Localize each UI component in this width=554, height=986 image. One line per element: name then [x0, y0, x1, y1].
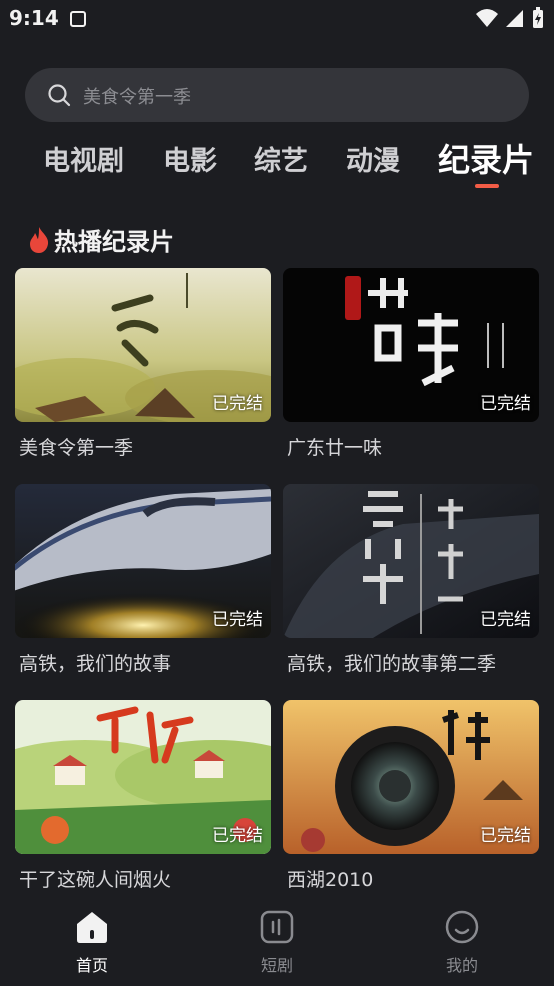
signal-icon [506, 10, 523, 27]
video-thumbnail[interactable]: 已完结 [283, 268, 539, 422]
nav-home[interactable]: 首页 [42, 910, 142, 976]
tab-documentary[interactable]: 纪录片 [438, 135, 534, 181]
video-thumbnail[interactable]: 已完结 [15, 484, 271, 638]
video-card[interactable]: 已完结 干了这碗人间烟火 [15, 700, 271, 892]
status-badge: 已完结 [212, 394, 263, 414]
video-thumbnail[interactable]: 已完结 [15, 268, 271, 422]
video-thumbnail[interactable]: 已完结 [283, 700, 539, 854]
video-card[interactable]: 已完结 美食令第一季 [15, 268, 271, 460]
tab-tv-series[interactable]: 电视剧 [43, 139, 124, 178]
video-card[interactable]: 已完结 西湖2010 [283, 700, 539, 892]
video-title[interactable]: 高铁，我们的故事第二季 [287, 649, 539, 676]
profile-icon [445, 910, 479, 944]
flame-icon [30, 226, 49, 253]
accessibility-icon [70, 11, 86, 27]
status-time: 9:14 [9, 6, 59, 30]
bottom-navigation: 首页 短剧 我的 [0, 898, 554, 986]
short-drama-icon [260, 910, 294, 944]
section-title: 热播纪录片 [54, 228, 174, 256]
tab-variety[interactable]: 综艺 [254, 139, 308, 178]
section-heading: 热播纪录片 [28, 222, 174, 257]
status-icons [476, 7, 544, 29]
nav-short-drama-label: 短剧 [260, 956, 293, 975]
video-card[interactable]: 已完结 广东廿一味 [283, 268, 539, 460]
video-title[interactable]: 高铁，我们的故事 [19, 649, 271, 676]
status-badge: 已完结 [212, 610, 263, 630]
tab-movie[interactable]: 电影 [163, 139, 217, 178]
battery-icon [533, 7, 543, 28]
status-bar: 9:14 [0, 0, 554, 38]
search-bar[interactable]: 美食令第一季 [25, 68, 529, 122]
status-badge: 已完结 [480, 826, 531, 846]
video-title[interactable]: 广东廿一味 [287, 433, 539, 460]
category-tabs: 电视剧 电影 综艺 动漫 纪录片 [0, 135, 554, 195]
status-badge: 已完结 [480, 610, 531, 630]
nav-short-drama[interactable]: 短剧 [227, 910, 327, 976]
video-thumbnail[interactable]: 已完结 [283, 484, 539, 638]
search-icon [48, 84, 71, 107]
status-badge: 已完结 [212, 826, 263, 846]
video-card[interactable]: 已完结 高铁，我们的故事 [15, 484, 271, 676]
video-title[interactable]: 干了这碗人间烟火 [19, 865, 271, 892]
home-icon [77, 912, 107, 943]
search-input[interactable]: 美食令第一季 [83, 83, 191, 109]
nav-home-label: 首页 [75, 956, 108, 975]
tab-anime[interactable]: 动漫 [346, 139, 400, 178]
active-tab-indicator [475, 184, 499, 188]
nav-profile-label: 我的 [445, 956, 478, 975]
video-title[interactable]: 西湖2010 [287, 865, 539, 892]
status-badge: 已完结 [480, 394, 531, 414]
nav-profile[interactable]: 我的 [412, 910, 512, 976]
video-thumbnail[interactable]: 已完结 [15, 700, 271, 854]
video-card[interactable]: 已完结 高铁，我们的故事第二季 [283, 484, 539, 676]
video-title[interactable]: 美食令第一季 [19, 433, 271, 460]
wifi-icon [476, 9, 498, 27]
